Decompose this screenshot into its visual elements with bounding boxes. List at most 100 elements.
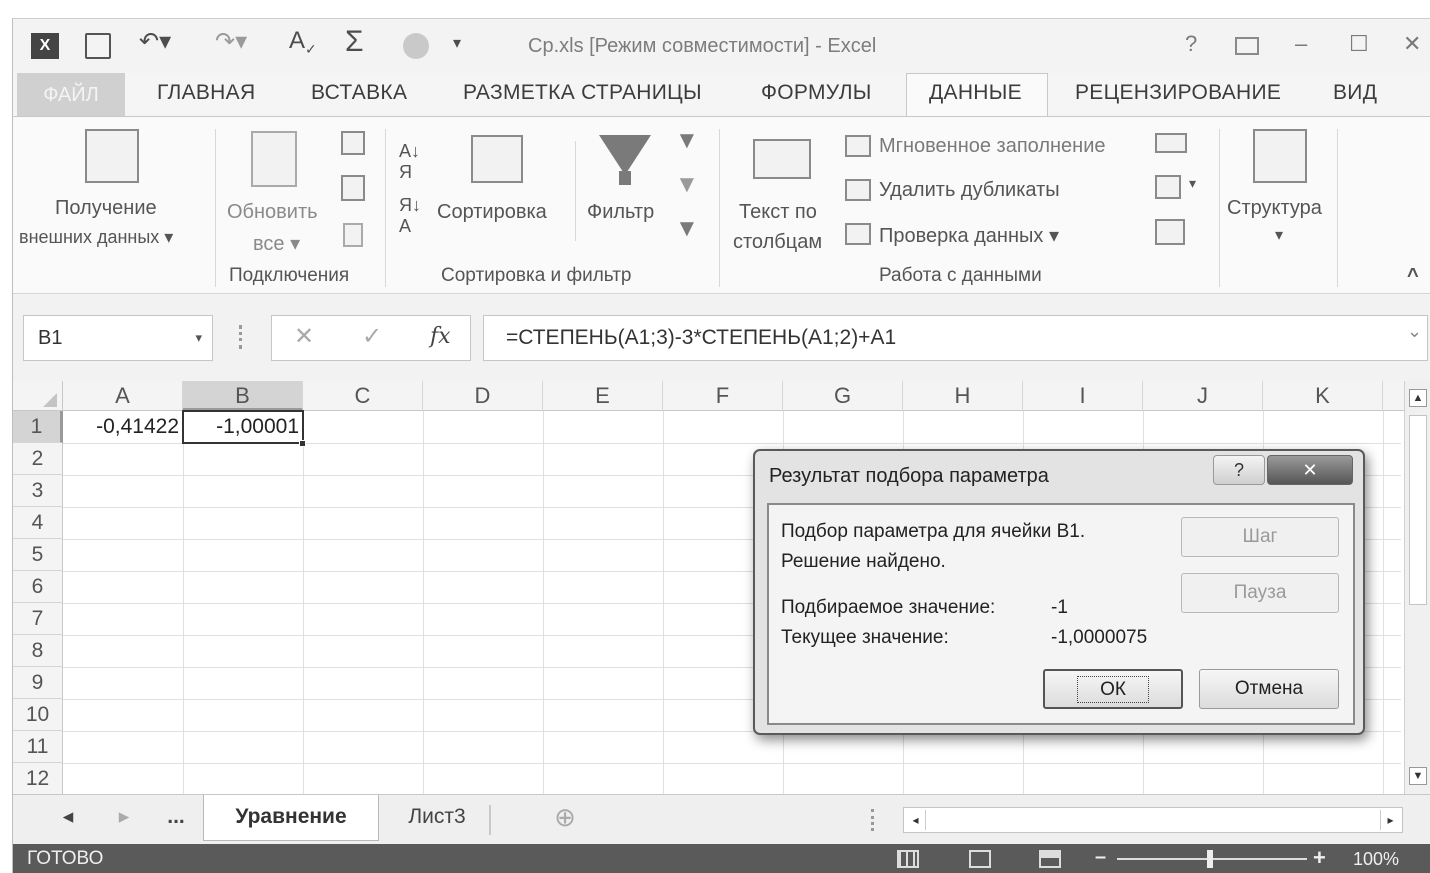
row-header-3[interactable]: 3 [13, 475, 63, 507]
data-validation-icon[interactable] [845, 223, 871, 245]
row-header-4[interactable]: 4 [13, 507, 63, 539]
row-header-5[interactable]: 5 [13, 539, 63, 571]
get-external-data-label-1[interactable]: Получение [55, 197, 157, 220]
enter-icon[interactable]: ✓ [362, 322, 382, 351]
zoom-out-button[interactable]: – [1095, 846, 1106, 869]
spellcheck-icon[interactable]: A✓ [289, 27, 317, 58]
collapse-ribbon-icon[interactable]: ^ [1407, 265, 1419, 288]
close-button[interactable]: ✕ [1403, 31, 1421, 57]
column-header-c[interactable]: C [303, 381, 423, 411]
get-external-data-label-2[interactable]: внешних данных ▾ [19, 227, 173, 248]
flash-fill-icon[interactable] [845, 135, 871, 157]
zoom-in-button[interactable]: + [1313, 845, 1326, 871]
row-header-7[interactable]: 7 [13, 603, 63, 635]
save-icon[interactable] [85, 33, 111, 59]
column-header-d[interactable]: D [423, 381, 543, 411]
maximize-button[interactable]: ☐ [1349, 31, 1369, 57]
filter-label[interactable]: Фильтр [587, 201, 654, 224]
cancel-button[interactable]: Отмена [1199, 669, 1339, 709]
dialog-help-button[interactable]: ? [1213, 455, 1265, 485]
consolidate-icon[interactable] [1155, 133, 1187, 153]
scroll-down-icon[interactable]: ▼ [1409, 767, 1427, 785]
data-validation-label[interactable]: Проверка данных ▾ [879, 223, 1059, 248]
advanced-filter-icon[interactable]: ▼ [675, 215, 699, 243]
dialog-close-button[interactable]: ✕ [1267, 455, 1353, 485]
scroll-right-icon[interactable]: ▸ [1380, 810, 1400, 830]
sheet-next-icon[interactable]: ▸ [109, 795, 139, 841]
tab-file[interactable]: ФАЙЛ [17, 73, 125, 117]
row-header-11[interactable]: 11 [13, 731, 63, 763]
sheet-prev-icon[interactable]: ◂ [53, 795, 83, 841]
column-header-h[interactable]: H [903, 381, 1023, 411]
formula-input[interactable]: =СТЕПЕНЬ(A1;3)-3*СТЕПЕНЬ(A1;2)+A1 [483, 315, 1428, 361]
ribbon-display-icon[interactable] [1235, 37, 1259, 55]
page-break-view-icon[interactable] [1039, 850, 1061, 868]
cancel-icon[interactable]: ✕ [294, 322, 314, 351]
column-header-b[interactable]: B [183, 381, 303, 411]
scroll-up-icon[interactable]: ▲ [1409, 389, 1427, 407]
splitter-icon[interactable] [239, 325, 243, 349]
row-header-10[interactable]: 10 [13, 699, 63, 731]
connections-icon[interactable] [341, 131, 365, 155]
text-to-columns-icon[interactable] [753, 139, 811, 179]
sort-asc-icon[interactable]: А↓ Я [399, 141, 420, 183]
clear-filter-icon[interactable]: ▼ [675, 127, 699, 155]
row-header-9[interactable]: 9 [13, 667, 63, 699]
chevron-down-icon[interactable]: ▾ [195, 316, 202, 360]
circle-icon[interactable] [403, 33, 429, 59]
row-header-8[interactable]: 8 [13, 635, 63, 667]
row-header-2[interactable]: 2 [13, 443, 63, 475]
tab-data[interactable]: ДАННЫЕ [929, 81, 1022, 105]
refresh-all-label-2[interactable]: все ▾ [253, 231, 300, 256]
ok-button[interactable]: ОК [1043, 669, 1183, 709]
column-header-j[interactable]: J [1143, 381, 1263, 411]
text-to-columns-label-2[interactable]: столбцам [733, 231, 822, 254]
zoom-level[interactable]: 100% [1353, 849, 1399, 870]
expand-formula-bar-icon[interactable]: ⌄ [1407, 321, 1422, 342]
insert-function-icon[interactable]: fx [430, 324, 451, 349]
tab-splitter-icon[interactable] [871, 809, 875, 831]
page-layout-view-icon[interactable] [969, 850, 991, 868]
step-button[interactable]: Шаг [1181, 517, 1339, 557]
tab-home[interactable]: ГЛАВНАЯ [157, 81, 255, 105]
flash-fill-label[interactable]: Мгновенное заполнение [879, 135, 1106, 158]
refresh-all-icon[interactable] [251, 131, 297, 187]
sort-icon[interactable] [471, 135, 523, 183]
outline-label[interactable]: Структура [1227, 197, 1322, 220]
what-if-dropdown-icon[interactable]: ▾ [1189, 175, 1196, 192]
filter-icon[interactable] [599, 135, 651, 175]
redo-icon[interactable]: ↷▾ [215, 27, 247, 56]
column-header-e[interactable]: E [543, 381, 663, 411]
row-header-6[interactable]: 6 [13, 571, 63, 603]
customize-qat-icon[interactable]: ▾ [453, 33, 461, 53]
help-button[interactable]: ? [1185, 31, 1197, 57]
row-header-1[interactable]: 1 [13, 411, 63, 443]
horizontal-scrollbar[interactable]: ◂ ▸ [903, 807, 1403, 833]
undo-icon[interactable]: ↶▾ [139, 27, 171, 56]
cell-a1[interactable]: -0,41422 [63, 411, 183, 443]
properties-icon[interactable] [341, 175, 365, 201]
sum-icon[interactable]: Σ [345, 25, 364, 59]
name-box[interactable]: B1 ▾ [23, 315, 213, 361]
vertical-scrollbar[interactable]: ▲ ▼ [1404, 381, 1430, 794]
text-to-columns-label-1[interactable]: Текст по [739, 201, 817, 224]
relationships-icon[interactable] [1155, 219, 1185, 245]
refresh-all-label-1[interactable]: Обновить [227, 201, 318, 224]
edit-links-icon[interactable] [343, 223, 363, 247]
tab-page-layout[interactable]: РАЗМЕТКА СТРАНИЦЫ [463, 81, 702, 105]
add-sheet-icon[interactable]: ⊕ [547, 795, 583, 841]
column-header-a[interactable]: A [63, 381, 183, 411]
scroll-left-icon[interactable]: ◂ [906, 810, 926, 830]
column-header-i[interactable]: I [1023, 381, 1143, 411]
remove-duplicates-label[interactable]: Удалить дубликаты [879, 179, 1060, 202]
sheet-more-button[interactable]: ... [161, 795, 191, 841]
minimize-button[interactable]: – [1295, 31, 1307, 57]
sort-label[interactable]: Сортировка [437, 201, 547, 224]
pause-button[interactable]: Пауза [1181, 573, 1339, 613]
remove-duplicates-icon[interactable] [845, 179, 871, 201]
outline-dropdown[interactable]: ▾ [1275, 225, 1283, 245]
fill-handle[interactable] [299, 440, 306, 447]
reapply-filter-icon[interactable]: ▼ [675, 171, 699, 199]
sheet-tab-equation[interactable]: Уравнение [203, 795, 379, 841]
what-if-icon[interactable] [1155, 175, 1181, 199]
